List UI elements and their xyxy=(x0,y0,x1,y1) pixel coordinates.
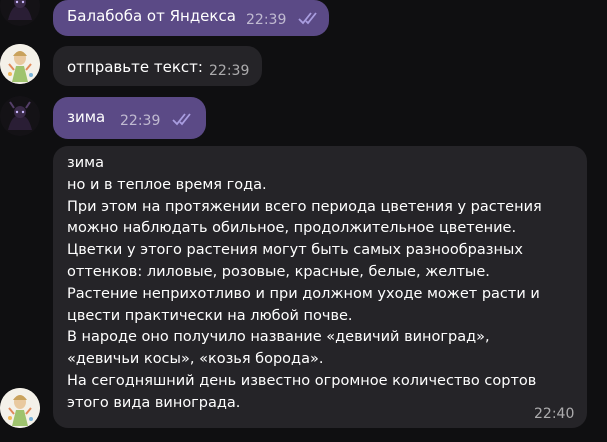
dark-figure-icon xyxy=(0,96,40,136)
message-time: 22:39 xyxy=(246,12,287,28)
message-text: Балабоба от Яндекса xyxy=(67,7,236,25)
dark-figure-icon xyxy=(0,0,40,26)
message-time: 22:39 xyxy=(120,113,161,129)
bot-avatar[interactable] xyxy=(0,44,40,84)
message-text: зима но и в теплое время года. При этом … xyxy=(67,155,542,411)
message-bubble-incoming[interactable]: отправьте текст: 22:39 xyxy=(53,46,262,86)
message-bubble-incoming[interactable]: зима но и в теплое время года. При этом … xyxy=(53,146,587,428)
bot-avatar[interactable] xyxy=(0,388,40,428)
user-avatar[interactable] xyxy=(0,96,40,136)
user-avatar[interactable] xyxy=(0,0,40,26)
illustrated-character-icon xyxy=(0,44,40,84)
double-check-icon xyxy=(171,111,195,133)
message-time: 22:40 xyxy=(534,406,575,422)
message-time: 22:39 xyxy=(209,63,250,79)
message-text: зима xyxy=(67,108,106,126)
message-text: отправьте текст: xyxy=(67,58,203,76)
double-check-icon xyxy=(297,10,321,32)
illustrated-character-icon xyxy=(0,388,40,428)
message-bubble-outgoing[interactable]: зима 22:39 xyxy=(53,97,206,139)
message-bubble-outgoing[interactable]: Балабоба от Яндекса 22:39 xyxy=(53,0,329,36)
